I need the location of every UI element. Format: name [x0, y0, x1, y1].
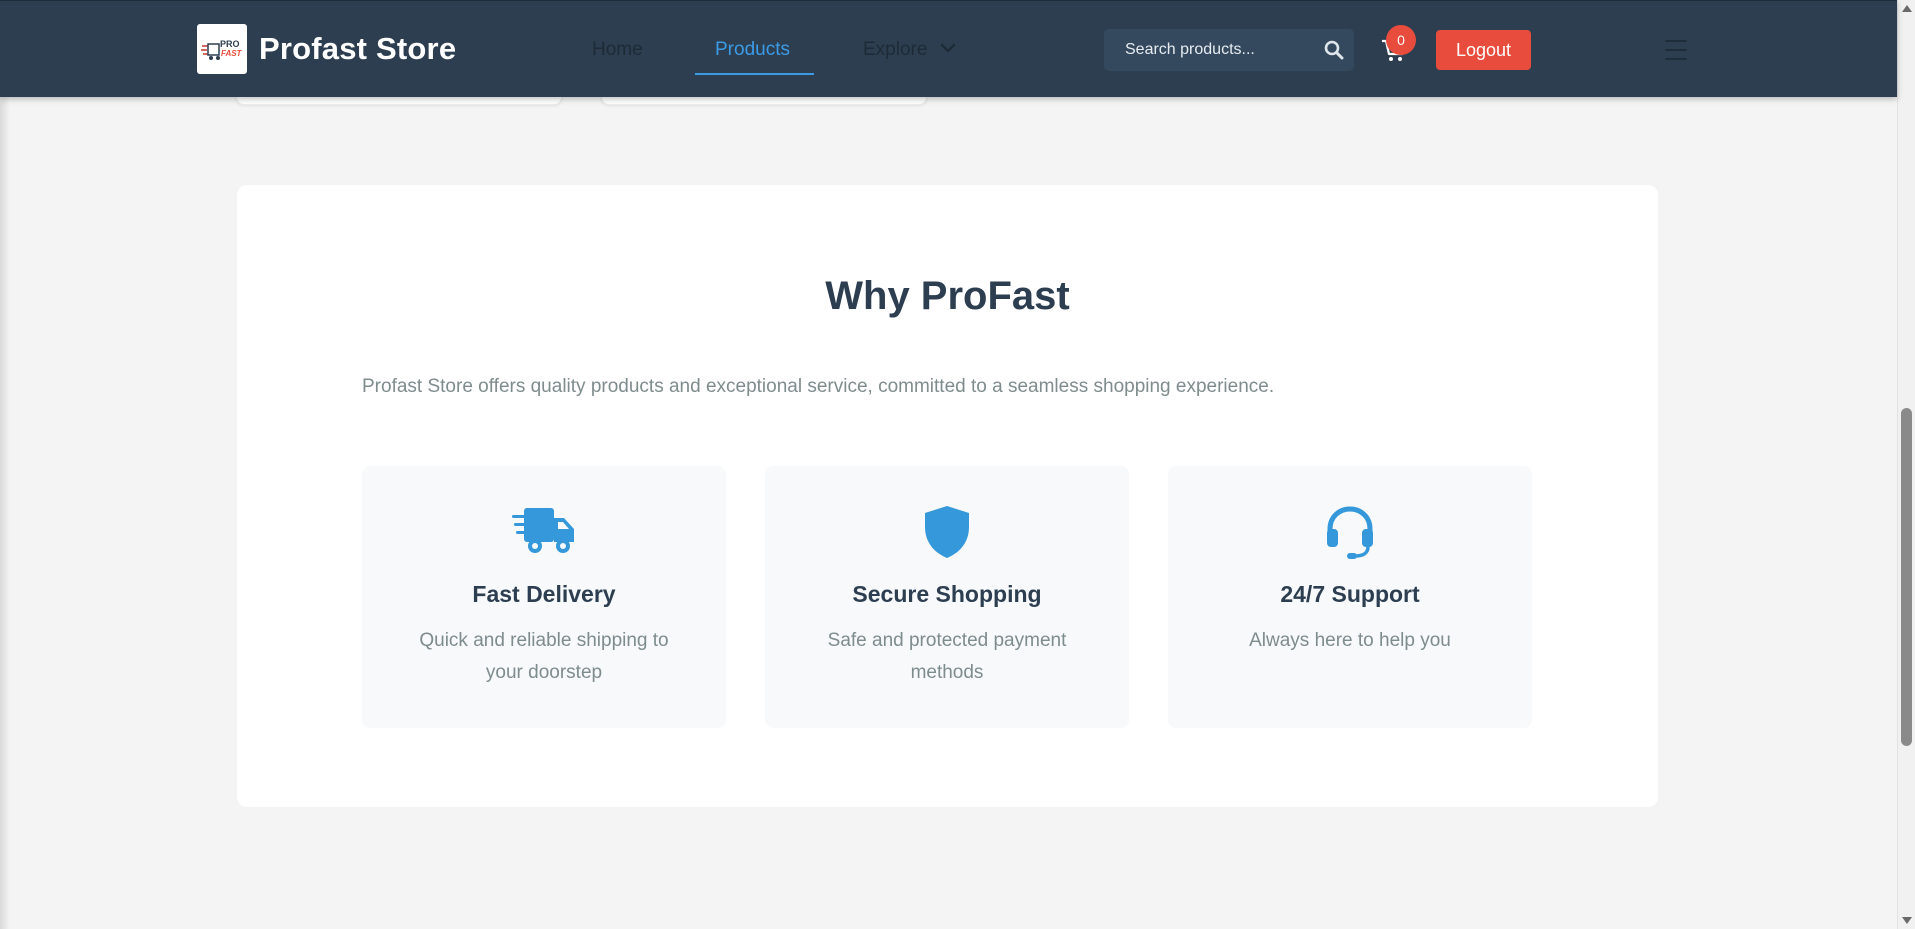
feature-description: Quick and reliable shipping to your door… — [419, 630, 669, 683]
search-box — [1104, 29, 1354, 71]
scroll-up-arrow-icon[interactable] — [1902, 5, 1912, 12]
brand-name[interactable]: Profast Store — [259, 31, 456, 67]
search-icon — [1324, 40, 1344, 60]
headset-icon — [1168, 504, 1532, 560]
scrollbar[interactable] — [1897, 0, 1915, 929]
page: PRO FAST Profast Store Home Products Exp… — [0, 0, 1915, 929]
active-nav-indicator — [695, 73, 814, 75]
nav-link-explore[interactable]: Explore — [863, 39, 927, 61]
scroll-down-arrow-icon[interactable] — [1902, 917, 1912, 924]
cart-count-badge: 0 — [1386, 25, 1416, 55]
why-profast-section: Why ProFast Profast Store offers quality… — [237, 185, 1658, 807]
search-button[interactable] — [1322, 38, 1346, 62]
truck-icon — [362, 504, 726, 560]
svg-text:FAST: FAST — [221, 49, 243, 58]
feature-card-secure-shopping: Secure Shopping Safe and protected payme… — [765, 466, 1129, 728]
feature-description: Safe and protected payment methods — [827, 630, 1067, 683]
nav-link-home[interactable]: Home — [592, 39, 643, 61]
logo[interactable]: PRO FAST — [197, 24, 247, 74]
svg-text:PRO: PRO — [220, 39, 240, 49]
feature-title: Secure Shopping — [852, 581, 1042, 607]
section-description: Profast Store offers quality products an… — [362, 376, 1275, 397]
logo-image: PRO FAST — [201, 39, 243, 60]
navbar: PRO FAST Profast Store Home Products Exp… — [0, 0, 1897, 97]
feature-description: Always here to help you — [1249, 630, 1451, 651]
search-input[interactable] — [1104, 29, 1314, 71]
nav-link-products[interactable]: Products — [715, 39, 790, 61]
menu-icon[interactable] — [1665, 40, 1687, 60]
feature-title: Fast Delivery — [472, 581, 616, 607]
chevron-down-icon[interactable] — [940, 41, 956, 55]
shield-icon — [765, 504, 1129, 560]
feature-card-support: 24/7 Support Always here to help you — [1168, 466, 1532, 728]
section-title: Why ProFast — [825, 274, 1070, 318]
left-edge-shadow — [0, 0, 10, 929]
logout-button[interactable]: Logout — [1436, 30, 1531, 70]
feature-card-fast-delivery: Fast Delivery Quick and reliable shippin… — [362, 466, 726, 728]
scrollbar-thumb[interactable] — [1901, 408, 1912, 746]
feature-title: 24/7 Support — [1280, 581, 1420, 607]
